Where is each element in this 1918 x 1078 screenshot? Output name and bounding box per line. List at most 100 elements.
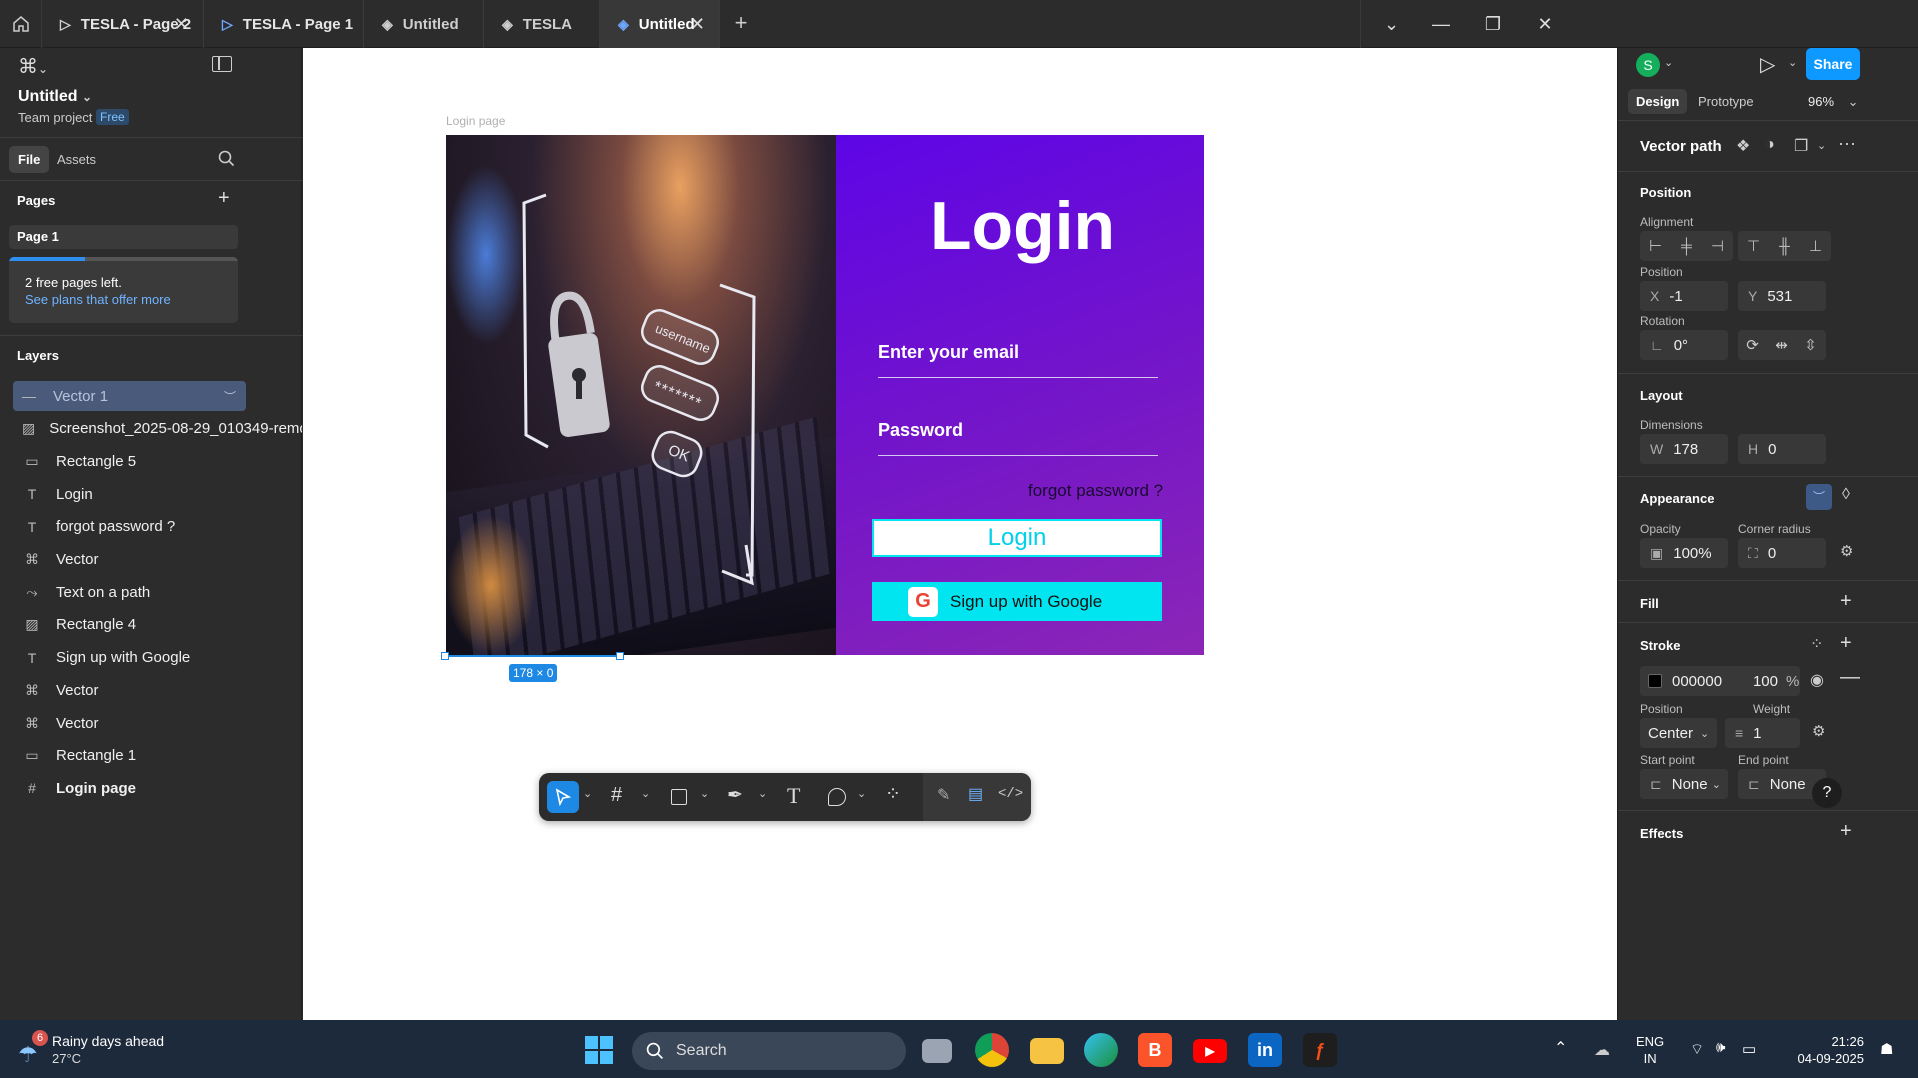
add-stroke-icon[interactable]: + — [1840, 632, 1852, 655]
chevron-down-icon[interactable]: ⌄ — [1664, 56, 1673, 69]
opacity-field[interactable]: ▣ 100% — [1640, 538, 1728, 568]
figma-icon[interactable]: ƒ — [1303, 1033, 1337, 1067]
share-button[interactable]: Share — [1806, 48, 1860, 80]
layer-item[interactable]: T Login — [16, 479, 302, 509]
task-view-icon[interactable] — [922, 1039, 952, 1063]
frame-label[interactable]: Login page — [446, 114, 505, 128]
width-field[interactable]: W 178 — [1640, 434, 1728, 464]
component-icon[interactable]: ❖ — [1736, 136, 1750, 156]
chevron-up-icon[interactable]: ⌃ — [1554, 1038, 1567, 1058]
rectangle-icon[interactable] — [671, 789, 687, 805]
layer-item[interactable]: Tforgot password ? — [16, 512, 302, 542]
edge-icon[interactable] — [1084, 1033, 1118, 1067]
components-icon[interactable]: ⁘ — [885, 783, 901, 806]
stroke-swatch[interactable] — [1648, 674, 1662, 688]
tab-untitled-1[interactable]: ◈ Untitled — [364, 0, 484, 48]
mask-icon[interactable]: ◑ — [1765, 136, 1775, 154]
chevron-down-icon[interactable]: ⌄ — [1788, 56, 1797, 69]
add-effect-icon[interactable]: + — [1840, 820, 1852, 838]
remove-stroke-icon[interactable]: — — [1840, 666, 1860, 689]
layer-item[interactable]: ⌘ Vector — [16, 545, 302, 575]
boolean-icon[interactable]: ❐ — [1794, 136, 1808, 156]
notification-icon[interactable]: ☗ — [1880, 1040, 1893, 1058]
pen-icon[interactable]: ✒ — [727, 784, 743, 807]
language-indicator[interactable]: ENG IN — [1636, 1033, 1664, 1067]
home-icon[interactable] — [0, 0, 42, 48]
individual-corners-icon[interactable]: ⚙ — [1840, 542, 1853, 560]
selected-vector-line[interactable] — [445, 655, 622, 657]
present-play-icon[interactable]: ▷ — [1760, 52, 1775, 77]
text-icon[interactable]: T — [787, 783, 800, 809]
new-tab-button[interactable]: + — [728, 10, 754, 36]
weather-widget[interactable]: ☂ 6 Rainy days ahead 27°C — [18, 1030, 178, 1070]
tab-untitled-active[interactable]: ◈ Untitled ✕ — [600, 0, 720, 48]
tab-assets[interactable]: Assets — [57, 152, 96, 167]
x-field[interactable]: X -1 — [1640, 281, 1728, 311]
blend-mode-icon[interactable]: ◊ — [1842, 486, 1850, 504]
tab-file[interactable]: File — [9, 146, 50, 173]
align-left-icon[interactable]: ⊢ — [1640, 237, 1671, 255]
layer-item[interactable]: ▨ Screenshot_2025-08-29_010349-removebg — [16, 414, 302, 444]
corner-radius-field[interactable]: ⛶ 0 — [1738, 538, 1826, 568]
chevron-down-icon[interactable]: ⌄ — [641, 787, 650, 800]
onedrive-icon[interactable]: ☁ — [1594, 1040, 1610, 1060]
chevron-down-icon[interactable]: ⌄ — [857, 787, 866, 800]
style-grid-icon[interactable]: ⁘ — [1810, 634, 1823, 654]
frame-icon[interactable]: # — [611, 784, 622, 807]
chevron-down-icon[interactable]: ⌄ — [758, 787, 767, 800]
chevron-down-icon[interactable]: ⌄ — [1817, 139, 1826, 152]
layer-item[interactable]: ⤳ Text on a path — [16, 577, 302, 607]
tab-design[interactable]: Design — [1628, 89, 1688, 114]
dev-mode-icon[interactable]: ▤ — [968, 784, 983, 804]
layer-item[interactable]: ⌘ Vector — [16, 708, 302, 738]
eye-icon[interactable]: ◉ — [1810, 670, 1824, 690]
login-form-panel[interactable]: Login Enter your email Password forgot p… — [836, 135, 1204, 655]
align-right-icon[interactable]: ⊣ — [1702, 237, 1733, 255]
layer-item[interactable]: — Vector 1 ︶ — [13, 381, 246, 411]
login-title[interactable]: Login — [930, 187, 1115, 265]
youtube-icon[interactable]: ▶ — [1193, 1039, 1227, 1063]
plan-badge[interactable]: Free — [96, 109, 129, 125]
login-button[interactable]: Login — [872, 519, 1162, 557]
height-field[interactable]: H0 — [1738, 434, 1826, 464]
tab-prototype[interactable]: Prototype — [1698, 94, 1754, 109]
avatar[interactable]: S — [1636, 53, 1660, 77]
taskbar-search[interactable]: Search — [632, 1032, 906, 1070]
volume-icon[interactable]: 🕪 — [1716, 1039, 1725, 1056]
login-page-frame[interactable]: username ******* OK Login Enter your ema… — [446, 135, 1204, 655]
close-icon[interactable]: ✕ — [690, 14, 705, 35]
start-point-select[interactable]: ⊏ None ⌄ — [1640, 769, 1728, 799]
y-field[interactable]: Y 531 — [1738, 281, 1826, 311]
align-center-v-icon[interactable]: ╫ — [1769, 238, 1800, 255]
layer-item[interactable]: T Sign up with Google — [16, 643, 302, 673]
align-center-h-icon[interactable]: ╪ — [1671, 238, 1702, 255]
stroke-settings-icon[interactable]: ⚙ — [1812, 722, 1825, 740]
selection-handle-right[interactable] — [616, 652, 624, 660]
layer-item[interactable]: # Login page — [16, 773, 302, 803]
stroke-position-select[interactable]: Center ⌄ — [1640, 718, 1717, 748]
tab-tesla[interactable]: ◈ TESLA — [484, 0, 600, 48]
see-plans-link[interactable]: See plans that offer more — [25, 292, 171, 307]
zoom-level[interactable]: 96% ⌄ — [1808, 94, 1859, 110]
flip-vertical-icon[interactable]: ⇳ — [1796, 336, 1825, 354]
chevron-down-icon[interactable]: ⌄ — [700, 787, 709, 800]
hidden-eye-icon[interactable]: ︶ — [224, 388, 236, 405]
tab-tesla-page-1[interactable]: ▷ TESLA - Page 1 — [204, 0, 364, 48]
add-fill-icon[interactable]: + — [1840, 590, 1852, 613]
rotate-icon[interactable]: ⟳ — [1738, 336, 1767, 354]
linkedin-icon[interactable]: in — [1248, 1033, 1282, 1067]
rotation-field[interactable]: ∟ 0° — [1640, 330, 1728, 360]
more-icon[interactable]: ⋯ — [1838, 134, 1856, 155]
google-signup-button[interactable]: G Sign up with Google — [872, 582, 1162, 621]
layer-item[interactable]: ▭ Rectangle 5 — [16, 446, 302, 476]
windows-start-icon[interactable] — [585, 1036, 613, 1064]
tab-tesla-page-2[interactable]: ▷ TESLA - Page 2 ✕ — [42, 0, 204, 48]
file-explorer-icon[interactable] — [1030, 1038, 1064, 1064]
brave-icon[interactable]: B — [1138, 1033, 1172, 1067]
align-bottom-icon[interactable]: ⊥ — [1800, 237, 1831, 255]
chrome-icon[interactable] — [975, 1033, 1009, 1067]
flip-horizontal-icon[interactable]: ⇹ — [1767, 336, 1796, 354]
stroke-color-field[interactable]: 000000 100 % — [1640, 666, 1800, 696]
main-menu-button[interactable]: ⌘⌄ — [18, 54, 48, 79]
page-item-page-1[interactable]: Page 1 — [9, 225, 238, 249]
